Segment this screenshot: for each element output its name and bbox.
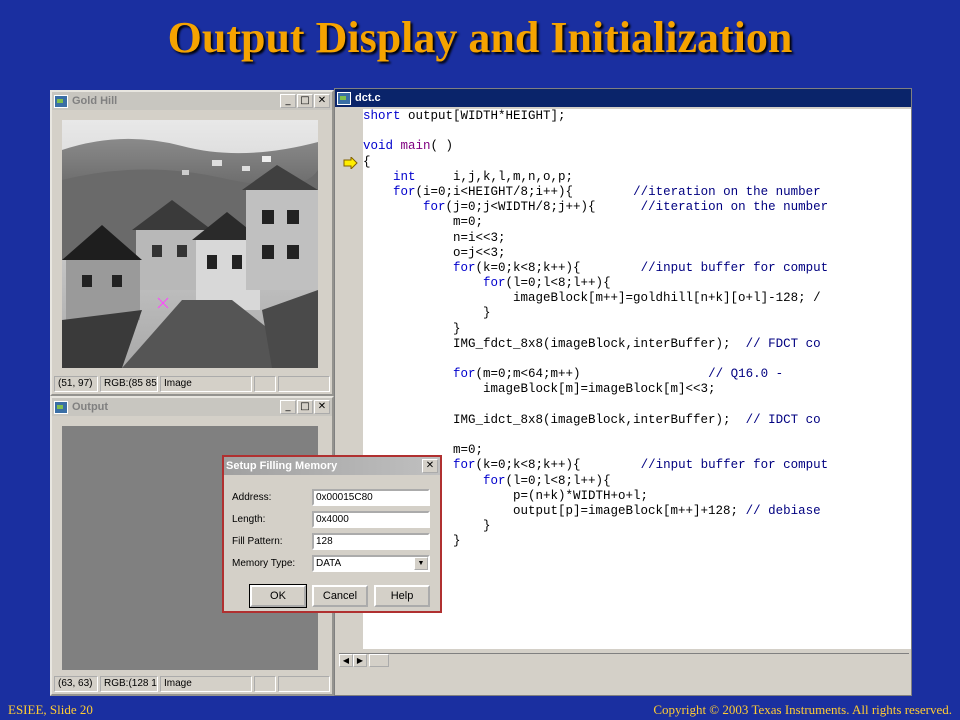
code-line[interactable]: o=j<<3; <box>363 246 911 261</box>
code-line[interactable]: } <box>363 322 911 337</box>
status-blank-2 <box>278 676 330 692</box>
fill-pattern-row: Fill Pattern: <box>232 533 430 550</box>
status-type: Image <box>160 676 252 692</box>
dialog-titlebar[interactable]: Setup Filling Memory ✕ <box>224 457 440 475</box>
code-line[interactable]: m=0; <box>363 215 911 230</box>
fill-pattern-input[interactable] <box>312 533 430 550</box>
scroll-right-icon[interactable]: ▶ <box>353 654 367 667</box>
close-icon[interactable]: ✕ <box>314 94 330 108</box>
memory-type-row: Memory Type: DATA ▼ <box>232 555 430 572</box>
address-label: Address: <box>232 492 272 503</box>
close-icon[interactable]: ✕ <box>422 459 438 473</box>
length-input[interactable] <box>312 511 430 528</box>
fill-pattern-label: Fill Pattern: <box>232 536 283 547</box>
scroll-left-icon[interactable]: ◀ <box>339 654 353 667</box>
close-icon[interactable]: ✕ <box>314 400 330 414</box>
code-line[interactable]: } <box>363 534 911 549</box>
help-button[interactable]: Help <box>374 585 430 607</box>
output-title: Output <box>72 401 109 413</box>
length-label: Length: <box>232 514 266 525</box>
output-statusbar: (63, 63) RGB:(128 1 Image <box>54 676 330 692</box>
code-line[interactable]: imageBlock[m]=imageBlock[m]<<3; <box>363 382 911 397</box>
memory-type-label: Memory Type: <box>232 558 296 569</box>
ok-button[interactable]: OK <box>249 584 307 608</box>
code-line[interactable]: imageBlock[m++]=goldhill[n+k][o+l]-128; … <box>363 291 911 306</box>
status-type: Image <box>160 376 252 392</box>
editor-title: dct.c <box>355 92 381 104</box>
minimize-icon[interactable]: _ <box>280 94 296 108</box>
status-coords: (51, 97) <box>54 376 98 392</box>
code-line[interactable] <box>363 428 911 443</box>
goldhill-image[interactable] <box>62 120 318 368</box>
status-blank-1 <box>254 376 276 392</box>
footer-right: Copyright © 2003 Texas Instruments. All … <box>653 702 952 717</box>
code-line[interactable]: for(l=0;l<8;l++){ <box>363 474 911 489</box>
scroll-thumb[interactable] <box>369 654 389 667</box>
code-line[interactable]: } <box>363 306 911 321</box>
goldhill-titlebar[interactable]: Gold Hill _ □ ✕ <box>52 92 332 110</box>
editor-titlebar[interactable]: dct.c <box>335 89 911 107</box>
code-line[interactable]: for(k=0;k<8;k++){ //input buffer for com… <box>363 458 911 473</box>
code-line[interactable]: void main( ) <box>363 139 911 154</box>
code-line[interactable]: short output[WIDTH*HEIGHT]; <box>363 109 911 124</box>
code-line[interactable]: for(m=0;m<64;m++) // Q16.0 - <box>363 367 911 382</box>
output-titlebar[interactable]: Output _ □ ✕ <box>52 398 332 416</box>
code-line[interactable]: p=(n+k)*WIDTH+o+l; <box>363 489 911 504</box>
code-line[interactable]: for(k=0;k<8;k++){ //input buffer for com… <box>363 261 911 276</box>
maximize-icon[interactable]: □ <box>297 94 313 108</box>
code-line[interactable]: m=0; <box>363 443 911 458</box>
image-window-icon <box>54 94 68 108</box>
address-input[interactable] <box>312 489 430 506</box>
status-coords: (63, 63) <box>54 676 98 692</box>
image-window-icon <box>54 400 68 414</box>
code-line[interactable]: for(l=0;l<8;l++){ <box>363 276 911 291</box>
memory-type-value: DATA <box>316 558 342 569</box>
horizontal-scrollbar[interactable]: ◀ ▶ <box>339 653 909 668</box>
code-line[interactable]: for(i=0;i<HEIGHT/8;i++){ //iteration on … <box>363 185 911 200</box>
code-line[interactable]: output[p]=imageBlock[m++]+128; // debias… <box>363 504 911 519</box>
goldhill-statusbar: (51, 97) RGB:(85 85 Image <box>54 376 330 392</box>
goldhill-window: Gold Hill _ □ ✕ (51, 97) RGB:(85 85 Imag… <box>50 90 334 396</box>
dialog-title: Setup Filling Memory <box>226 460 338 472</box>
length-row: Length: <box>232 511 430 528</box>
code-line[interactable]: IMG_idct_8x8(imageBlock,interBuffer); //… <box>363 413 911 428</box>
source-file-icon <box>337 91 351 105</box>
code-line[interactable]: IMG_fdct_8x8(imageBlock,interBuffer); //… <box>363 337 911 352</box>
slide-title: Output Display and Initialization <box>167 13 793 62</box>
code-line[interactable]: for(j=0;j<WIDTH/8;j++){ //iteration on t… <box>363 200 911 215</box>
status-rgb: RGB:(85 85 <box>100 376 158 392</box>
status-rgb: RGB:(128 1 <box>100 676 158 692</box>
address-row: Address: <box>232 489 430 506</box>
chevron-down-icon[interactable]: ▼ <box>414 557 428 570</box>
maximize-icon[interactable]: □ <box>297 400 313 414</box>
setup-filling-memory-dialog: Setup Filling Memory ✕ Address: Length: … <box>222 455 442 613</box>
code-line[interactable] <box>363 398 911 413</box>
code-line[interactable] <box>363 124 911 139</box>
code-line[interactable]: int i,j,k,l,m,n,o,p; <box>363 170 911 185</box>
code-line[interactable]: } <box>363 519 911 534</box>
goldhill-title: Gold Hill <box>72 95 118 107</box>
program-counter-arrow-icon <box>343 157 358 169</box>
memory-type-select[interactable]: DATA ▼ <box>312 555 430 572</box>
code-line[interactable] <box>363 352 911 367</box>
code-area[interactable]: short output[WIDTH*HEIGHT]; void main( ){… <box>363 109 911 649</box>
code-line[interactable]: n=i<<3; <box>363 231 911 246</box>
goldhill-picture <box>62 120 318 368</box>
cancel-button[interactable]: Cancel <box>312 585 368 607</box>
minimize-icon[interactable]: _ <box>280 400 296 414</box>
status-blank-2 <box>278 376 330 392</box>
footer-left: ESIEE, Slide 20 <box>8 702 93 717</box>
code-line[interactable]: { <box>363 155 911 170</box>
status-blank-1 <box>254 676 276 692</box>
